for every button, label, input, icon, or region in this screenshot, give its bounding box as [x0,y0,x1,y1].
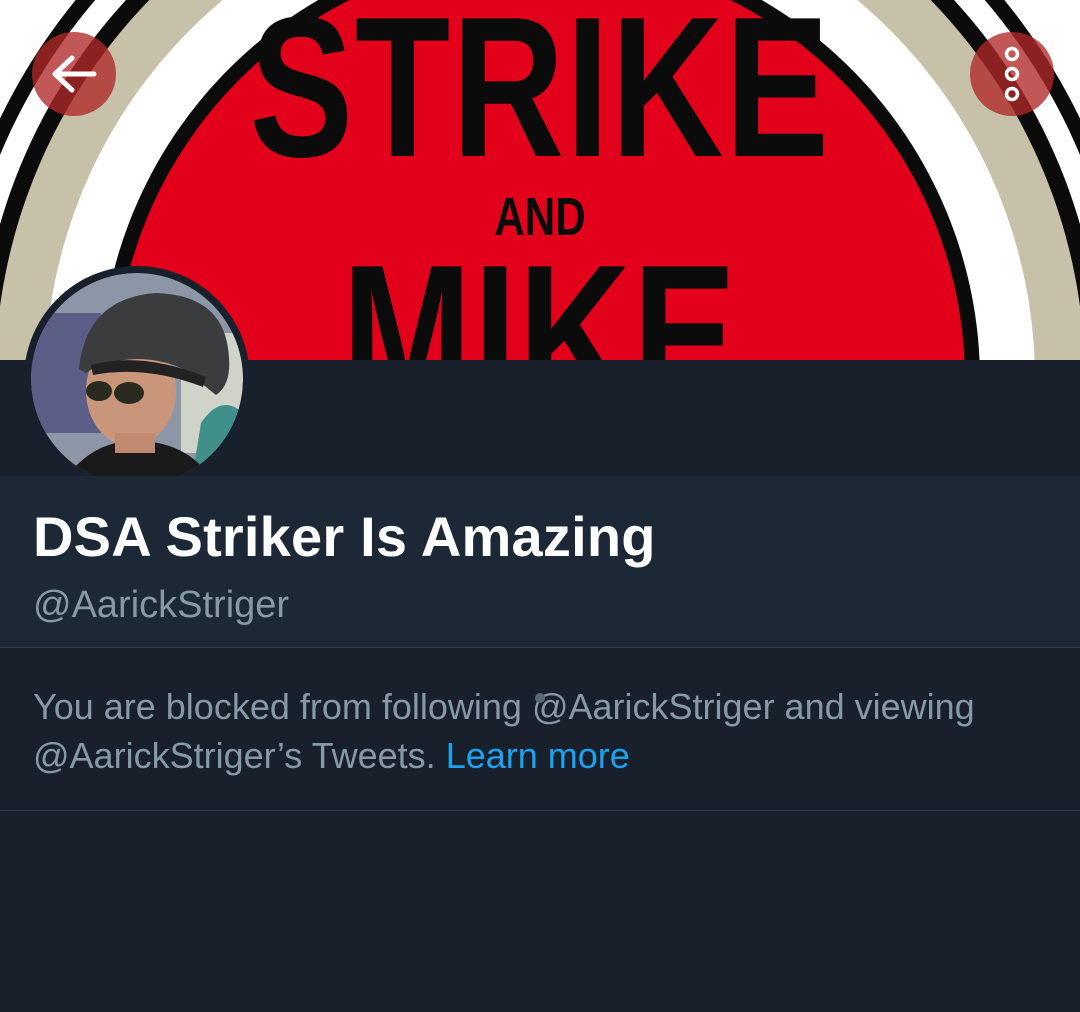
learn-more-link[interactable]: Learn more [446,735,630,776]
avatar[interactable] [24,266,250,492]
arrow-left-icon [52,55,97,93]
profile-display-name: DSA Striker Is Amazing [33,505,656,568]
more-vertical-icon [1004,46,1020,102]
banner-word-strike: STRIKE [249,0,831,199]
avatar-photo [31,273,243,485]
scroll-indicator-dot [535,693,545,703]
banner-word-mike: MIKE [341,224,739,361]
back-button[interactable] [32,32,116,116]
divider [0,810,1080,811]
divider [0,647,1080,648]
profile-handle: @AarickStriger [33,584,290,626]
more-options-button[interactable] [970,32,1054,116]
